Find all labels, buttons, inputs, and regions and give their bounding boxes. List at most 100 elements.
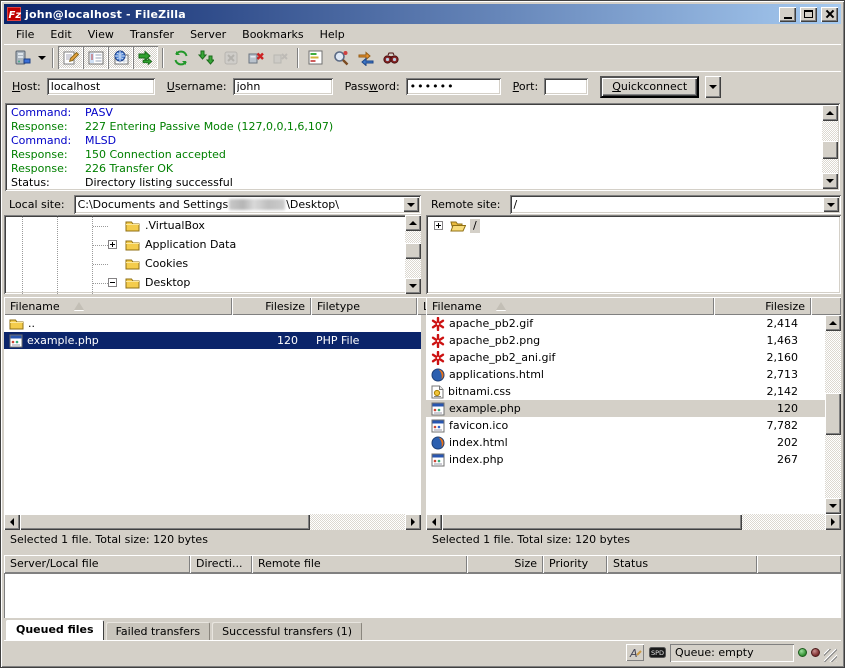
column-header-filename[interactable]: Filename	[426, 297, 714, 315]
quickconnect-button[interactable]: Quickconnect	[600, 76, 699, 98]
toggle-remote-tree-button[interactable]	[108, 46, 133, 69]
expand-icon[interactable]	[434, 221, 443, 230]
scroll-down-button[interactable]	[825, 498, 841, 514]
tab-failed-transfers[interactable]: Failed transfers	[106, 622, 211, 640]
scroll-up-button[interactable]	[825, 315, 841, 331]
file-row[interactable]: apache_pb2.gif2,414	[426, 315, 825, 332]
maximize-button[interactable]	[800, 7, 817, 22]
scroll-right-button[interactable]	[825, 514, 841, 530]
scroll-up-button[interactable]	[822, 105, 838, 121]
firefox-html-icon	[431, 436, 445, 450]
queue-column-remote-file[interactable]: Remote file	[252, 555, 467, 573]
file-row[interactable]: apache_pb2_ani.gif2,160	[426, 349, 825, 366]
message-log-scrollbar[interactable]	[822, 105, 838, 189]
tree-item-root[interactable]: /	[426, 217, 841, 236]
site-manager-button[interactable]	[10, 46, 35, 69]
close-button[interactable]	[821, 7, 838, 22]
scroll-down-button[interactable]	[405, 278, 421, 294]
titlebar[interactable]: Fz john@localhost - FileZilla	[4, 4, 841, 24]
local-site-dropdown-button[interactable]	[403, 197, 419, 212]
menu-item-view[interactable]: View	[80, 26, 122, 43]
column-header-filename[interactable]: Filename	[4, 297, 232, 315]
column-header-filesize[interactable]: Filesize	[232, 297, 311, 315]
file-row[interactable]: apache_pb2.png1,463	[426, 332, 825, 349]
file-row[interactable]: applications.html2,713	[426, 366, 825, 383]
menu-item-edit[interactable]: Edit	[42, 26, 79, 43]
queue-column-label: Directi...	[196, 557, 242, 570]
remote-list-scrollbar[interactable]	[825, 315, 841, 514]
folder-open-icon	[450, 219, 466, 232]
file-row[interactable]: index.php267	[426, 451, 825, 468]
menu-item-server[interactable]: Server	[182, 26, 234, 43]
sync-browsing-button[interactable]	[353, 46, 378, 69]
port-input[interactable]	[544, 78, 588, 95]
menu-item-transfer[interactable]: Transfer	[122, 26, 182, 43]
transfer-type-indicator[interactable]: A	[626, 644, 644, 661]
scroll-thumb[interactable]	[405, 243, 421, 259]
scroll-left-button[interactable]	[426, 514, 442, 530]
queue-column-blank[interactable]	[757, 555, 841, 573]
tab-queued-files[interactable]: Queued files	[6, 620, 104, 640]
menu-item-help[interactable]: Help	[312, 26, 353, 43]
cancel-operation-button[interactable]	[218, 46, 243, 69]
minimize-button[interactable]	[779, 7, 796, 22]
toggle-local-tree-button[interactable]	[83, 46, 108, 69]
filter-button[interactable]	[303, 46, 328, 69]
process-queue-button[interactable]	[193, 46, 218, 69]
file-row[interactable]: bitnami.css2,142	[426, 383, 825, 400]
local-site-combobox[interactable]: C:\Documents and Settings\Desktop\	[74, 195, 421, 214]
remote-site-combobox[interactable]: /	[510, 195, 841, 214]
local-tree-scrollbar[interactable]	[405, 215, 421, 294]
queue-column-size[interactable]: Size	[467, 555, 543, 573]
queue-column-priority[interactable]: Priority	[543, 555, 607, 573]
refresh-button[interactable]	[168, 46, 193, 69]
log-line: Response:227 Entering Passive Mode (127,…	[11, 120, 820, 134]
scroll-up-button[interactable]	[405, 215, 421, 231]
scroll-thumb[interactable]	[442, 514, 742, 530]
queue-column-status[interactable]: Status	[607, 555, 757, 573]
column-header-filesize[interactable]: Filesize	[714, 297, 811, 315]
remote-site-dropdown-button[interactable]	[823, 197, 839, 212]
tree-item--virtualbox[interactable]: .VirtualBox	[4, 217, 405, 236]
file-row[interactable]: favicon.ico7,782	[426, 417, 825, 434]
collapse-icon[interactable]	[108, 278, 117, 287]
arrow-down-icon	[829, 504, 837, 508]
queue-column-directi-[interactable]: Directi...	[190, 555, 252, 573]
tree-item-cookies[interactable]: Cookies	[4, 255, 405, 274]
menu-item-bookmarks[interactable]: Bookmarks	[234, 26, 311, 43]
scroll-down-button[interactable]	[822, 173, 838, 189]
local-horizontal-scrollbar[interactable]	[4, 514, 421, 530]
file-row[interactable]: example.php120	[426, 400, 825, 417]
queue-column-server-local-file[interactable]: Server/Local file	[4, 555, 190, 573]
scroll-right-button[interactable]	[405, 514, 421, 530]
tab-successful-transfers-1-[interactable]: Successful transfers (1)	[212, 622, 362, 640]
column-header-filetype[interactable]: Filetype	[311, 297, 417, 315]
menu-item-file[interactable]: File	[8, 26, 42, 43]
tree-item-desktop[interactable]: Desktop	[4, 274, 405, 293]
scroll-thumb[interactable]	[825, 393, 841, 435]
site-manager-dropdown-button[interactable]	[35, 46, 48, 69]
compare-button[interactable]	[328, 46, 353, 69]
file-row[interactable]: example.php120PHP File1	[4, 332, 421, 349]
scroll-thumb[interactable]	[822, 141, 838, 159]
speed-limits-indicator[interactable]: SPD	[648, 644, 666, 661]
host-input[interactable]	[47, 78, 155, 95]
redacted-username	[229, 199, 285, 210]
toggle-message-log-button[interactable]	[58, 46, 83, 69]
scroll-thumb[interactable]	[20, 514, 310, 530]
username-input[interactable]	[233, 78, 333, 95]
scroll-left-button[interactable]	[4, 514, 20, 530]
expand-icon[interactable]	[108, 240, 117, 249]
disconnect-button[interactable]	[243, 46, 268, 69]
file-row[interactable]: index.html202	[426, 434, 825, 451]
quickconnect-dropdown-button[interactable]	[705, 76, 721, 98]
toggle-queue-button[interactable]	[133, 46, 158, 69]
password-input[interactable]	[406, 78, 501, 95]
resize-grip[interactable]	[824, 649, 837, 662]
tree-item-application-data[interactable]: Application Data	[4, 236, 405, 255]
file-row[interactable]: ..	[4, 315, 421, 332]
find-files-button[interactable]	[378, 46, 403, 69]
remote-horizontal-scrollbar[interactable]	[426, 514, 841, 530]
file-cell-text: ..	[28, 317, 35, 330]
reconnect-button[interactable]	[268, 46, 293, 69]
